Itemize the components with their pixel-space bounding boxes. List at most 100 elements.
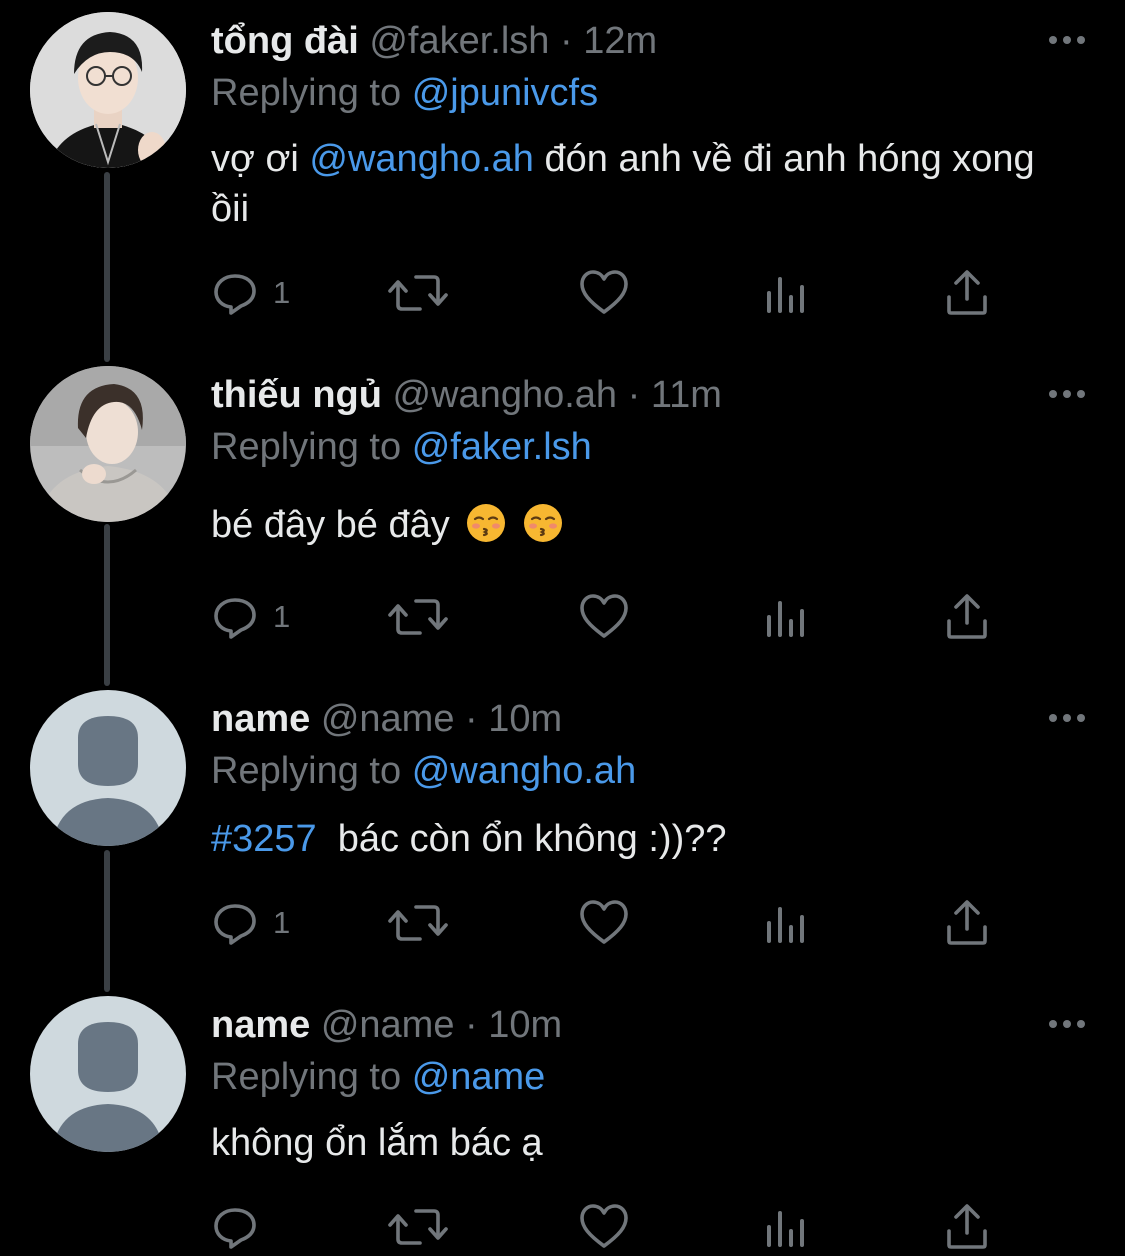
reply-count: 1 [273,599,291,634]
action-bar: 1 [211,268,1011,318]
share-button[interactable] [945,592,989,642]
replying-to: Replying to @name [211,1054,545,1100]
avatar[interactable] [30,366,186,522]
display-name[interactable]: tổng đài [211,20,359,62]
reply-button[interactable]: 1 [211,268,290,318]
more-icon[interactable] [1047,34,1087,46]
analytics-button[interactable] [765,268,807,318]
user-handle[interactable]: @name [321,698,455,740]
timestamp[interactable]: 11m [651,374,722,416]
tweet-text: bé đây bé đây [211,500,1051,550]
kissing-face-emoji [523,504,562,542]
replying-to: Replying to @wangho.ah [211,748,636,794]
reply-button[interactable]: 1 [211,592,290,642]
mention-link[interactable]: @wangho.ah [309,138,534,180]
replying-to-mention[interactable]: @name [412,1056,546,1098]
avatar[interactable] [30,12,186,168]
tweet-text: vợ ơi @wangho.ah đón anh về đi anh hóng … [211,134,1051,234]
replying-prefix: Replying to [211,72,402,114]
thread-line [104,524,110,686]
analytics-button[interactable] [765,1202,807,1252]
replying-to: Replying to @faker.lsh [211,424,592,470]
reply-icon [214,904,256,945]
analytics-button[interactable] [765,592,807,642]
replying-to-mention[interactable]: @wangho.ah [412,750,637,792]
tweet-header: tổng đài @faker.lsh · 12m [211,18,657,64]
share-button[interactable] [945,898,989,948]
reply-button[interactable]: 1 [211,898,290,948]
reply-count: 1 [273,905,291,940]
timestamp[interactable]: 10m [488,698,562,740]
avatar-photo [30,366,186,522]
like-button[interactable] [579,592,629,642]
thread-line [104,172,110,362]
user-handle[interactable]: @faker.lsh [369,20,549,62]
share-button[interactable] [945,1202,989,1252]
analytics-icon [767,907,804,943]
more-icon[interactable] [1047,712,1087,724]
analytics-icon [767,601,804,637]
replying-to-mention[interactable]: @faker.lsh [412,426,592,468]
separator: · [465,698,478,740]
share-button[interactable] [945,268,989,318]
display-name[interactable]: thiếu ngủ [211,374,382,416]
tweet-text-part: bác còn ổn không :))?? [316,818,727,860]
action-bar: 1 [211,592,1011,642]
hashtag-link[interactable]: #3257 [211,818,317,860]
reply-icon [214,274,256,315]
replying-to: Replying to @jpunivcfs [211,70,598,116]
tweet-text-part: bé đây bé đây [211,504,450,546]
replying-to-mention[interactable]: @jpunivcfs [412,72,598,114]
tweet-header: thiếu ngủ @wangho.ah · 11m [211,372,722,418]
analytics-button[interactable] [765,898,807,948]
separator: · [465,1004,478,1046]
share-icon [947,1204,987,1249]
default-avatar-icon [30,996,186,1152]
retweet-icon [388,905,448,941]
separator: · [559,20,573,62]
retweet-button[interactable] [388,268,448,318]
tweet-text: #3257 bác còn ổn không :))?? [211,814,1051,864]
tweet-header: name @name · 10m [211,1002,562,1048]
avatar[interactable] [30,996,186,1152]
reply-button[interactable] [211,1202,273,1252]
reply-icon [214,1208,256,1249]
kissing-face-emoji [467,504,506,542]
like-button[interactable] [579,1202,629,1252]
separator: · [627,374,641,416]
action-bar [211,1202,1011,1252]
analytics-icon [767,277,804,313]
analytics-icon [767,1211,804,1247]
timestamp[interactable]: 10m [488,1004,562,1046]
tweet-header: name @name · 10m [211,696,562,742]
more-icon[interactable] [1047,388,1087,400]
heart-icon [580,594,628,638]
replying-prefix: Replying to [211,426,402,468]
like-button[interactable] [579,898,629,948]
like-button[interactable] [579,268,629,318]
retweet-button[interactable] [388,1202,448,1252]
tweet-text-part: vợ ơi [211,138,310,180]
retweet-button[interactable] [388,592,448,642]
heart-icon [580,900,628,944]
retweet-icon [388,599,448,635]
tweet-text: không ổn lắm bác ạ [211,1122,543,1164]
replying-prefix: Replying to [211,1056,402,1098]
timestamp[interactable]: 12m [583,20,657,62]
avatar[interactable] [30,690,186,846]
display-name[interactable]: name [211,1004,310,1046]
retweet-icon [388,1209,448,1245]
share-icon [947,270,987,315]
reply-icon [214,598,256,639]
thread-line [104,850,110,992]
avatar-photo [30,12,186,168]
replying-prefix: Replying to [211,750,402,792]
more-icon[interactable] [1047,1018,1087,1030]
heart-icon [580,270,628,314]
heart-icon [580,1204,628,1248]
retweet-button[interactable] [388,898,448,948]
display-name[interactable]: name [211,698,310,740]
user-handle[interactable]: @name [321,1004,455,1046]
user-handle[interactable]: @wangho.ah [393,374,618,416]
share-icon [947,594,987,639]
